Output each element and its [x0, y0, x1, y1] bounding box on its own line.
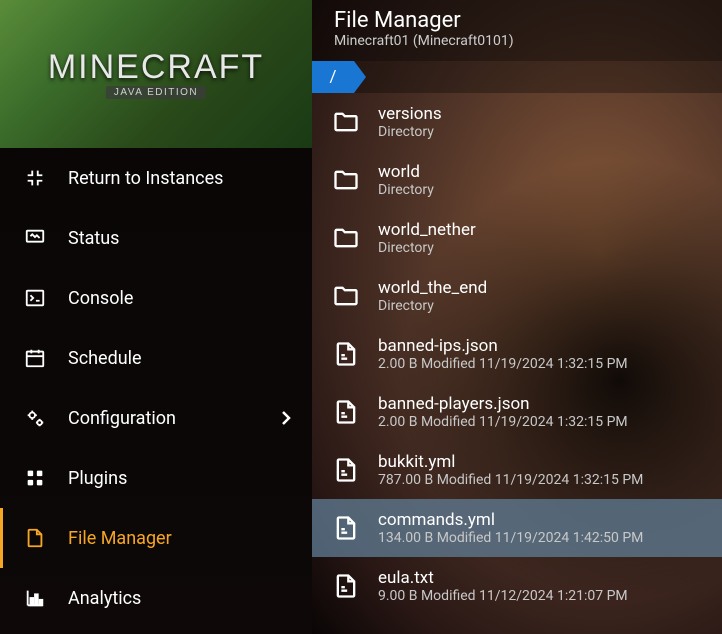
folder-row[interactable]: world_netherDirectory — [312, 209, 722, 267]
nav: Return to Instances Status Console Schedul… — [0, 148, 312, 634]
file-row[interactable]: commands.yml134.00 B Modified 11/19/2024… — [312, 499, 722, 557]
file-icon — [332, 514, 360, 542]
file-meta: Directory — [378, 240, 476, 256]
folder-row[interactable]: worldDirectory — [312, 151, 722, 209]
folder-icon — [332, 282, 360, 310]
file-row[interactable]: eula.txt9.00 B Modified 11/12/2024 1:21:… — [312, 557, 722, 615]
file-icon — [24, 527, 46, 549]
file-meta: 2.00 B Modified 11/19/2024 1:32:15 PM — [378, 414, 628, 430]
breadcrumb: / — [312, 61, 722, 93]
file-meta: 787.00 B Modified 11/19/2024 1:32:15 PM — [378, 472, 643, 488]
file-info: banned-players.json2.00 B Modified 11/19… — [378, 394, 628, 430]
file-meta: 134.00 B Modified 11/19/2024 1:42:50 PM — [378, 530, 643, 546]
main-panel: File Manager Minecraft01 (Minecraft0101)… — [312, 0, 722, 634]
status-icon — [24, 227, 46, 249]
nav-label: Plugins — [68, 468, 127, 489]
file-info: banned-ips.json2.00 B Modified 11/19/202… — [378, 336, 628, 372]
file-meta: 2.00 B Modified 11/19/2024 1:32:15 PM — [378, 356, 628, 372]
file-name: versions — [378, 104, 442, 124]
file-name: banned-players.json — [378, 394, 628, 414]
file-info: commands.yml134.00 B Modified 11/19/2024… — [378, 510, 643, 546]
file-info: world_the_endDirectory — [378, 278, 487, 314]
nav-label: Return to Instances — [68, 168, 223, 189]
chart-icon — [24, 587, 46, 609]
nav-label: Configuration — [68, 408, 176, 429]
nav-item-file-manager[interactable]: File Manager — [0, 508, 312, 568]
file-meta: Directory — [378, 298, 487, 314]
banner-title: MINECRAFT — [48, 48, 264, 87]
page-title: File Manager — [334, 8, 722, 33]
nav-item-console[interactable]: Console — [0, 268, 312, 328]
file-name: world_nether — [378, 220, 476, 240]
file-name: bukkit.yml — [378, 452, 643, 472]
folder-icon — [332, 108, 360, 136]
nav-label: File Manager — [68, 528, 172, 549]
calendar-icon — [24, 347, 46, 369]
file-name: world — [378, 162, 434, 182]
nav-return[interactable]: Return to Instances — [0, 148, 312, 208]
file-row[interactable]: bukkit.yml787.00 B Modified 11/19/2024 1… — [312, 441, 722, 499]
file-name: banned-ips.json — [378, 336, 628, 356]
file-name: commands.yml — [378, 510, 643, 530]
nav-item-analytics[interactable]: Analytics — [0, 568, 312, 628]
nav-item-configuration[interactable]: Configuration — [0, 388, 312, 448]
folder-row[interactable]: world_the_endDirectory — [312, 267, 722, 325]
folder-icon — [332, 166, 360, 194]
file-info: versionsDirectory — [378, 104, 442, 140]
nav-label: Schedule — [68, 348, 142, 369]
breadcrumb-root[interactable]: / — [312, 61, 354, 93]
file-icon — [332, 456, 360, 484]
file-info: bukkit.yml787.00 B Modified 11/19/2024 1… — [378, 452, 643, 488]
file-name: eula.txt — [378, 568, 628, 588]
nav-label: Status — [68, 228, 119, 249]
console-icon — [24, 287, 46, 309]
file-row[interactable]: banned-players.json2.00 B Modified 11/19… — [312, 383, 722, 441]
file-icon — [332, 340, 360, 368]
folder-row[interactable]: versionsDirectory — [312, 93, 722, 151]
nav-label: Console — [68, 288, 133, 309]
file-info: eula.txt9.00 B Modified 11/12/2024 1:21:… — [378, 568, 628, 604]
file-name: world_the_end — [378, 278, 487, 298]
file-list: versionsDirectoryworldDirectoryworld_net… — [312, 93, 722, 615]
file-icon — [332, 572, 360, 600]
file-info: worldDirectory — [378, 162, 434, 198]
chevron-right-icon — [280, 409, 292, 427]
banner-edition: JAVA EDITION — [106, 86, 206, 99]
file-info: world_netherDirectory — [378, 220, 476, 256]
header: File Manager Minecraft01 (Minecraft0101) — [312, 0, 722, 61]
grid-icon — [24, 467, 46, 489]
file-meta: 9.00 B Modified 11/12/2024 1:21:07 PM — [378, 588, 628, 604]
folder-icon — [332, 224, 360, 252]
file-row[interactable]: banned-ips.json2.00 B Modified 11/19/202… — [312, 325, 722, 383]
game-banner: MINECRAFT JAVA EDITION — [0, 0, 312, 148]
gear-icon — [24, 407, 46, 429]
nav-item-status[interactable]: Status — [0, 208, 312, 268]
sidebar: MINECRAFT JAVA EDITION Return to Instanc… — [0, 0, 312, 634]
nav-label: Analytics — [68, 588, 141, 609]
nav-item-plugins[interactable]: Plugins — [0, 448, 312, 508]
file-meta: Directory — [378, 124, 442, 140]
file-meta: Directory — [378, 182, 434, 198]
fullscreen-exit-icon — [24, 167, 46, 189]
file-icon — [332, 398, 360, 426]
nav-item-schedule[interactable]: Schedule — [0, 328, 312, 388]
instance-name: Minecraft01 (Minecraft0101) — [334, 33, 722, 49]
